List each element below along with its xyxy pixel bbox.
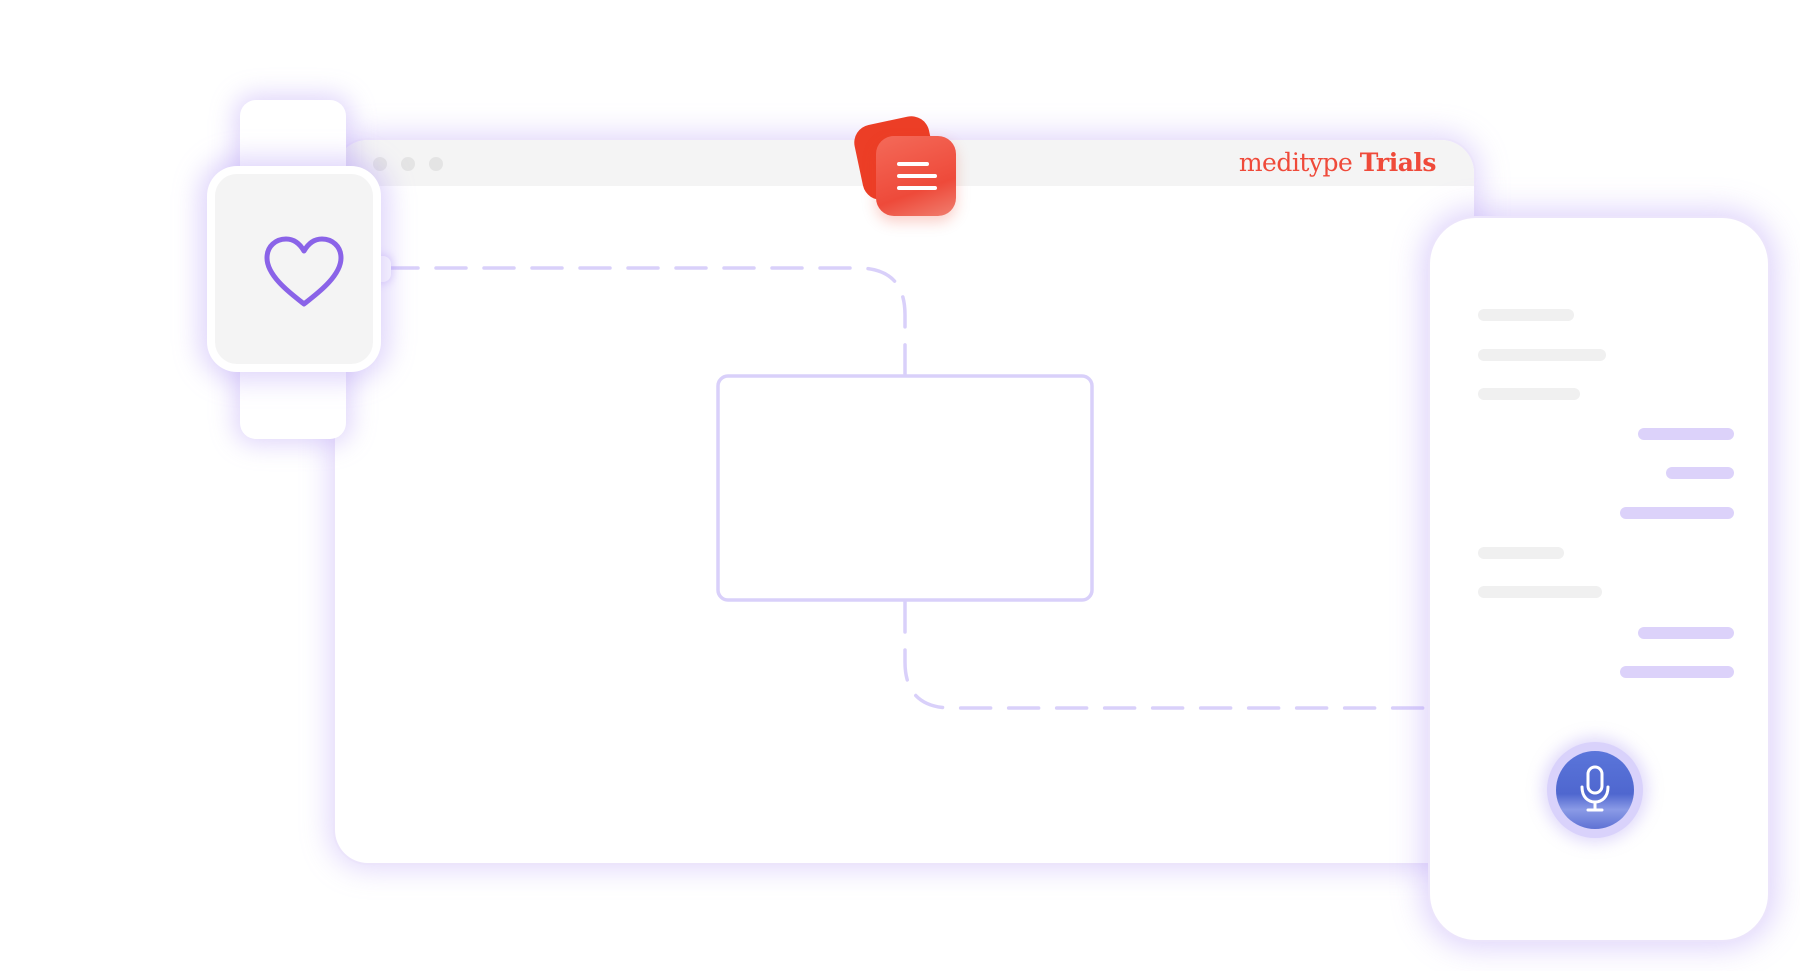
phone — [1430, 218, 1768, 940]
message-outgoing — [1638, 627, 1734, 639]
microphone-button[interactable] — [1547, 742, 1643, 838]
message-incoming — [1478, 586, 1602, 598]
message-outgoing — [1666, 467, 1734, 479]
watch-screen — [215, 174, 373, 364]
connector-watch-to-box — [386, 266, 907, 376]
message-outgoing — [1620, 507, 1734, 519]
message-incoming — [1478, 547, 1564, 559]
message-incoming — [1478, 349, 1606, 361]
smartwatch — [207, 166, 381, 372]
app-badge[interactable] — [876, 136, 956, 216]
microphone-icon — [1580, 765, 1610, 812]
menu-icon — [897, 162, 937, 190]
content-box — [716, 374, 1094, 602]
microphone-button-face — [1556, 751, 1634, 829]
heart-icon — [264, 236, 344, 307]
connector-box-to-phone — [903, 600, 1434, 710]
message-incoming — [1478, 388, 1580, 400]
message-outgoing — [1638, 428, 1734, 440]
message-outgoing — [1620, 666, 1734, 678]
message-incoming — [1478, 309, 1574, 321]
